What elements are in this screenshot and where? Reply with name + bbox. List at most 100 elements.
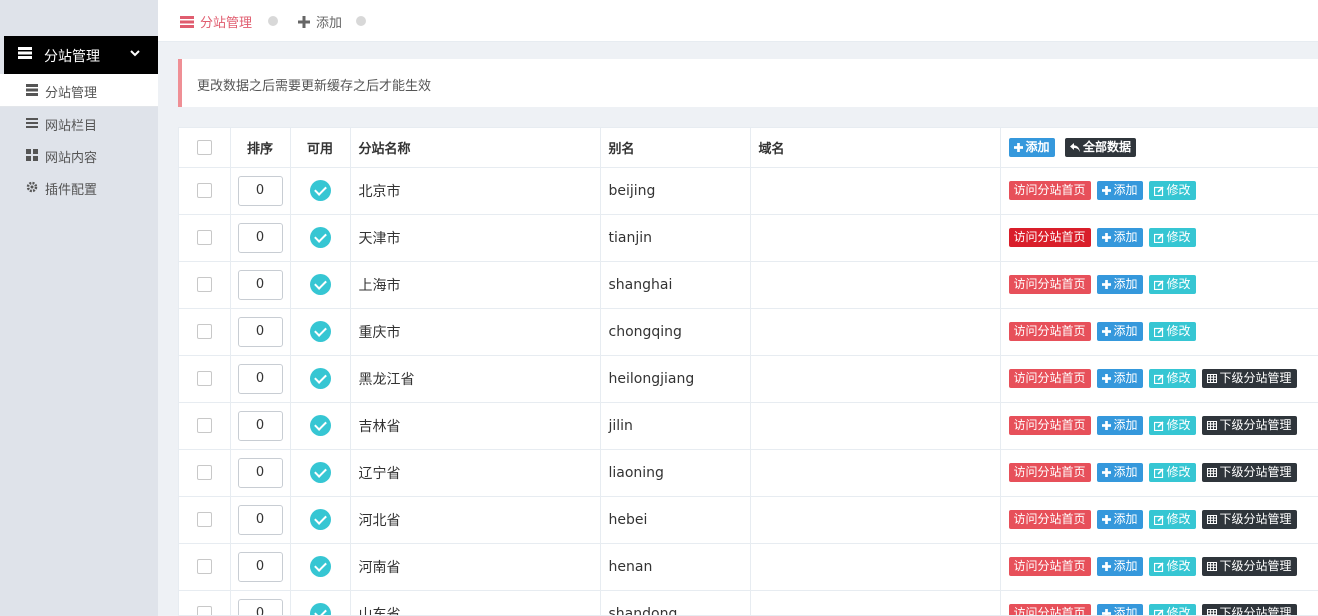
row-checkbox[interactable] — [196, 465, 212, 480]
site-alias-cell: jilin — [600, 402, 751, 450]
row-checkbox[interactable] — [196, 512, 212, 527]
sort-input[interactable]: 0 — [237, 457, 283, 488]
enabled-check-icon[interactable] — [309, 556, 331, 577]
sort-input[interactable]: 0 — [237, 504, 283, 535]
row-checkbox[interactable] — [196, 418, 212, 433]
select-all-checkbox[interactable] — [196, 139, 212, 155]
enabled-check-icon[interactable] — [309, 321, 331, 342]
visit-site-button[interactable]: 访问分站首页 — [1008, 416, 1091, 435]
row-checkbox[interactable] — [196, 324, 212, 339]
row-actions-cell: 访问分站首页 添加 修改 下级分站管理 — [1000, 590, 1318, 615]
row-sort-cell: 0 — [230, 167, 291, 215]
row-checkbox[interactable] — [196, 371, 212, 386]
row-edit-button[interactable]: 修改 — [1148, 416, 1196, 435]
enabled-check-icon[interactable] — [309, 415, 331, 436]
site-alias-cell: heilongjiang — [600, 355, 751, 403]
row-sort-cell: 0 — [230, 402, 291, 450]
row-edit-button[interactable]: 修改 — [1148, 322, 1196, 341]
tab-site-management[interactable]: 分站管理 — [180, 12, 252, 31]
sort-input[interactable]: 0 — [237, 269, 283, 300]
visit-site-button[interactable]: 访问分站首页 — [1008, 181, 1091, 200]
row-edit-button[interactable]: 修改 — [1148, 463, 1196, 482]
table-icon — [1206, 609, 1217, 615]
visit-site-button[interactable]: 访问分站首页 — [1008, 557, 1091, 576]
row-checkbox[interactable] — [196, 559, 212, 574]
sidebar-item-site-content[interactable]: 网站内容 — [0, 139, 158, 171]
row-checkbox[interactable] — [196, 183, 212, 198]
header-add-button[interactable]: 添加 — [1008, 137, 1055, 157]
row-add-button[interactable]: 添加 — [1096, 416, 1143, 435]
row-add-button[interactable]: 添加 — [1096, 322, 1143, 341]
sub-site-management-button[interactable]: 下级分站管理 — [1201, 463, 1297, 482]
enabled-check-icon[interactable] — [309, 180, 331, 201]
visit-site-button[interactable]: 访问分站首页 — [1008, 604, 1091, 615]
sidebar-menu-site-management[interactable]: 分站管理 — [4, 36, 158, 74]
row-edit-button[interactable]: 修改 — [1148, 557, 1196, 576]
row-checkbox[interactable] — [196, 230, 212, 245]
sort-input[interactable]: 0 — [237, 316, 283, 347]
row-add-button[interactable]: 添加 — [1096, 557, 1143, 576]
header-sort[interactable]: 排序 — [230, 128, 291, 168]
sub-site-management-button[interactable]: 下级分站管理 — [1201, 416, 1297, 435]
row-enabled-cell — [290, 167, 351, 215]
sub-site-management-button[interactable]: 下级分站管理 — [1201, 369, 1297, 388]
row-add-button[interactable]: 添加 — [1096, 369, 1143, 388]
row-add-button[interactable]: 添加 — [1096, 181, 1143, 200]
sidebar-item-plugin-config[interactable]: 插件配置 — [0, 171, 158, 203]
sort-input[interactable]: 0 — [237, 363, 283, 394]
sort-input[interactable]: 0 — [237, 598, 283, 615]
row-checkbox[interactable] — [196, 277, 212, 292]
sub-site-management-button[interactable]: 下级分站管理 — [1201, 604, 1297, 615]
visit-site-button[interactable]: 访问分站首页 — [1008, 228, 1091, 247]
row-enabled-cell — [290, 402, 351, 450]
row-edit-button[interactable]: 修改 — [1148, 369, 1196, 388]
table-header-row: 排序 可用 分站名称 别名 域名 添加 全部数据 — [179, 128, 1318, 168]
row-add-button[interactable]: 添加 — [1096, 510, 1143, 529]
row-select-cell — [179, 355, 231, 403]
row-checkbox[interactable] — [196, 606, 212, 615]
plus-icon — [298, 15, 310, 28]
enabled-check-icon[interactable] — [309, 509, 331, 530]
row-add-button[interactable]: 添加 — [1096, 604, 1143, 615]
site-name-cell: 北京市 — [350, 167, 601, 215]
visit-site-button[interactable]: 访问分站首页 — [1008, 463, 1091, 482]
site-table-container: 排序 可用 分站名称 别名 域名 添加 全部数据 0 北京市 beijing 访问分站… — [178, 127, 1318, 616]
notice-text: 更改数据之后需要更新缓存之后才能生效 — [197, 79, 432, 94]
enabled-check-icon[interactable] — [309, 227, 331, 248]
row-add-button[interactable]: 添加 — [1096, 275, 1143, 294]
row-add-button[interactable]: 添加 — [1096, 228, 1143, 247]
enabled-check-icon[interactable] — [309, 462, 331, 483]
row-edit-button[interactable]: 修改 — [1148, 604, 1196, 615]
enabled-check-icon[interactable] — [309, 274, 331, 295]
visit-site-button[interactable]: 访问分站首页 — [1008, 510, 1091, 529]
site-domain-cell — [750, 590, 1001, 615]
row-add-button[interactable]: 添加 — [1096, 463, 1143, 482]
site-domain-cell — [750, 543, 1001, 591]
sort-input[interactable]: 0 — [237, 175, 283, 206]
sort-input[interactable]: 0 — [237, 410, 283, 441]
sort-input[interactable]: 0 — [237, 222, 283, 253]
tab-separator-dot — [356, 16, 366, 26]
row-edit-button[interactable]: 修改 — [1148, 510, 1196, 529]
enabled-check-icon[interactable] — [309, 603, 331, 615]
sub-site-management-button[interactable]: 下级分站管理 — [1201, 557, 1297, 576]
sidebar-item-site-columns[interactable]: 网站栏目 — [0, 107, 158, 139]
sub-site-management-button[interactable]: 下级分站管理 — [1201, 510, 1297, 529]
row-select-cell — [179, 308, 231, 356]
row-edit-button[interactable]: 修改 — [1148, 228, 1196, 247]
row-edit-button[interactable]: 修改 — [1148, 275, 1196, 294]
site-domain-cell — [750, 308, 1001, 356]
all-data-button[interactable]: 全部数据 — [1065, 137, 1137, 157]
visit-site-button[interactable]: 访问分站首页 — [1008, 322, 1091, 341]
row-edit-button[interactable]: 修改 — [1148, 181, 1196, 200]
list-icon — [180, 15, 194, 28]
edit-icon — [1153, 185, 1164, 196]
visit-site-button[interactable]: 访问分站首页 — [1008, 275, 1091, 294]
tab-add[interactable]: 添加 — [298, 12, 342, 31]
sidebar-item-label: 分站管理 — [45, 86, 98, 101]
visit-site-button[interactable]: 访问分站首页 — [1008, 369, 1091, 388]
sidebar: 分站管理 分站管理 网站栏目 网站内容 插件配置 — [0, 0, 158, 616]
sort-input[interactable]: 0 — [237, 551, 283, 582]
sidebar-item-site-management[interactable]: 分站管理 — [0, 74, 158, 107]
enabled-check-icon[interactable] — [309, 368, 331, 389]
